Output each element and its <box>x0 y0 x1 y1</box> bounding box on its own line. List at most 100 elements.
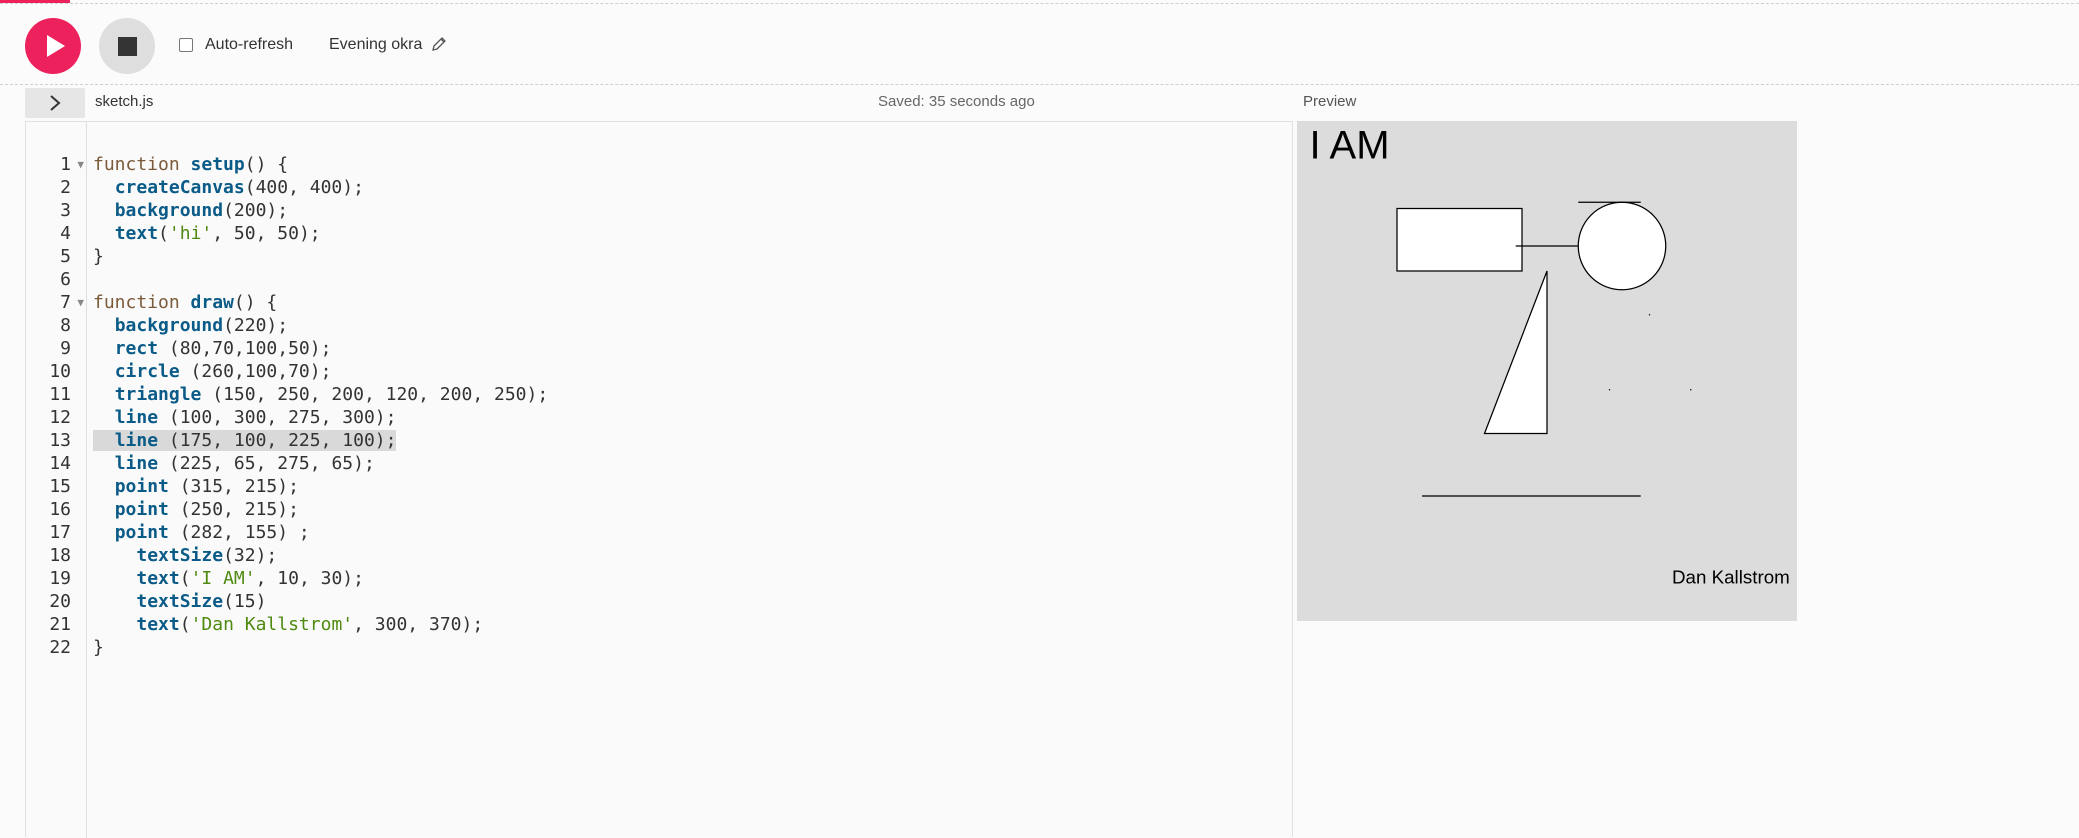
code-line[interactable]: text('Dan Kallstrom', 300, 370); <box>93 613 548 636</box>
code-token: draw <box>190 292 234 313</box>
code-token: line <box>114 430 159 451</box>
auto-refresh-label[interactable]: Auto-refresh <box>205 36 293 54</box>
code-line[interactable]: background(200); <box>93 199 548 222</box>
line-number: 15 <box>49 476 71 497</box>
code-line[interactable]: } <box>93 636 548 659</box>
code-token: (175, 100, 225, 100); <box>158 430 397 451</box>
line-number: 12 <box>49 407 71 428</box>
code-line[interactable]: background(220); <box>93 314 548 337</box>
line-number: 21 <box>49 614 71 635</box>
sketch-text: I AM <box>1310 124 1390 168</box>
line-number: 5 <box>60 246 71 267</box>
code-token: text <box>114 223 159 244</box>
stop-button[interactable] <box>99 18 155 74</box>
code-line[interactable]: line (100, 300, 275, 300); <box>93 406 548 429</box>
sketch-point <box>1648 314 1651 316</box>
line-number: 22 <box>49 637 71 658</box>
code-token: point <box>114 476 169 497</box>
code-line[interactable]: line (225, 65, 275, 65); <box>93 452 548 475</box>
code-token: () { <box>244 154 289 175</box>
code-token: text <box>136 568 180 589</box>
code-token: (225, 65, 275, 65); <box>158 453 375 474</box>
sketch-rect <box>1396 207 1523 272</box>
code-line[interactable]: function setup() { <box>93 153 548 176</box>
code-token: createCanvas <box>114 177 245 198</box>
line-number-gutter: 1 ▼ 2 3 4 5 6 7 ▼ 8 9 10 11 12 13 14 15 16 17 18 19 20 21 22 <box>26 122 87 838</box>
code-line[interactable]: circle (260,100,70); <box>93 360 548 383</box>
code-editor[interactable]: 1 ▼ 2 3 4 5 6 7 ▼ 8 9 10 11 12 13 14 15 16 17 18 19 20 21 22 fu… <box>25 121 1293 838</box>
play-icon <box>47 35 65 57</box>
stop-icon <box>118 37 137 56</box>
code-line[interactable]: triangle (150, 250, 200, 120, 200, 250); <box>93 383 548 406</box>
code-token: function <box>93 292 191 313</box>
line-number: 18 <box>49 545 71 566</box>
code-line[interactable]: point (282, 155) ; <box>93 521 548 544</box>
code-token: (15) <box>223 591 267 612</box>
code-token: (315, 215); <box>168 476 299 497</box>
fold-triangle-icon[interactable]: ▼ <box>77 291 84 314</box>
code-token: point <box>114 499 169 520</box>
code-token: ( <box>179 568 191 589</box>
line-number: 10 <box>49 361 71 382</box>
code-token: setup <box>190 154 245 175</box>
line-numbers: 1 ▼ 2 3 4 5 6 7 ▼ 8 9 10 11 12 13 14 15 16 17 18 19 20 21 22 <box>49 153 84 659</box>
code-content[interactable]: function setup() { createCanvas(400, 400… <box>93 153 548 659</box>
code-token: (32); <box>223 545 278 566</box>
code-line[interactable] <box>93 268 548 291</box>
code-line[interactable]: text('I AM', 10, 30); <box>93 567 548 590</box>
code-token: (260,100,70); <box>179 361 332 382</box>
code-token: line <box>114 453 159 474</box>
auto-refresh-checkbox[interactable] <box>179 38 193 52</box>
code-token: (250, 215); <box>168 499 299 520</box>
project-name[interactable]: Evening okra <box>329 36 422 54</box>
preview-label: Preview <box>1303 93 1357 110</box>
code-line[interactable]: textSize(15) <box>93 590 548 613</box>
code-line[interactable]: rect (80,70,100,50); <box>93 337 548 360</box>
code-line[interactable]: function draw() { <box>93 291 548 314</box>
line-number: 14 <box>49 453 71 474</box>
code-line[interactable]: text('hi', 50, 50); <box>93 222 548 245</box>
code-token: ( <box>158 223 169 244</box>
code-token: (200); <box>223 200 289 221</box>
saved-status: Saved: 35 seconds ago <box>878 93 1035 110</box>
code-token: , 10, 30); <box>255 568 364 589</box>
code-line[interactable]: point (250, 215); <box>93 498 548 521</box>
pencil-icon[interactable] <box>431 36 447 52</box>
line-number: 20 <box>49 591 71 612</box>
code-token: textSize <box>136 591 224 612</box>
code-token: line <box>114 407 159 428</box>
code-token: } <box>93 246 104 267</box>
code-token: function <box>93 154 191 175</box>
code-line[interactable]: } <box>93 245 548 268</box>
line-number: 9 <box>60 338 71 359</box>
fold-triangle-icon[interactable]: ▼ <box>77 153 84 176</box>
code-line[interactable]: point (315, 215); <box>93 475 548 498</box>
code-line[interactable]: createCanvas(400, 400); <box>93 176 548 199</box>
code-line[interactable]: textSize(32); <box>93 544 548 567</box>
code-line[interactable]: line (175, 100, 225, 100); <box>93 429 548 452</box>
code-token: (220); <box>223 315 289 336</box>
code-token: (400, 400); <box>244 177 364 198</box>
preview-canvas[interactable]: I AM Dan Kallstrom <box>1297 121 1797 621</box>
play-button[interactable] <box>25 18 81 74</box>
line-number: 16 <box>49 499 71 520</box>
code-token: 'I AM' <box>190 568 256 589</box>
code-token: background <box>114 315 224 336</box>
code-token: triangle <box>114 384 202 405</box>
code-token: (282, 155) ; <box>168 522 310 543</box>
code-token: circle <box>114 361 180 382</box>
file-name: sketch.js <box>95 93 154 110</box>
sidebar-toggle-button[interactable] <box>25 88 85 118</box>
line-number: 8 <box>60 315 71 336</box>
line-number: 3 <box>60 200 71 221</box>
line-number: 13 <box>49 430 71 451</box>
